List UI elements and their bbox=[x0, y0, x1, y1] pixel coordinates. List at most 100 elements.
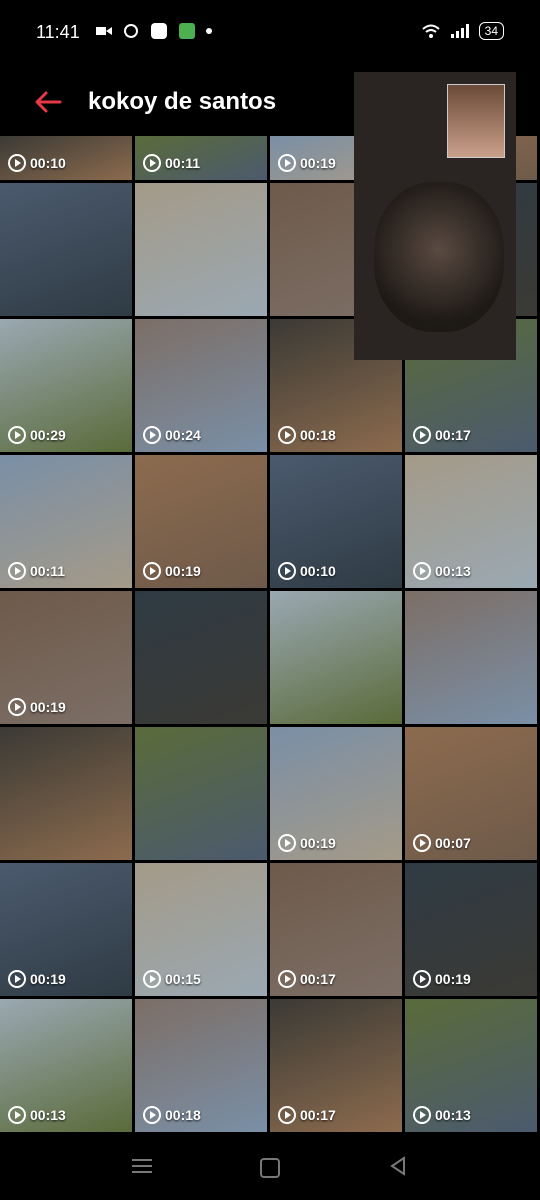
video-thumbnail[interactable]: 00:19 bbox=[270, 727, 402, 860]
play-icon bbox=[278, 970, 296, 988]
video-thumbnail[interactable]: 00:10 bbox=[270, 455, 402, 588]
video-thumbnail[interactable]: 00:19 bbox=[405, 863, 537, 996]
video-row: 00:19 00:15 00:17 00:19 bbox=[0, 863, 540, 996]
play-icon bbox=[143, 426, 161, 444]
video-thumbnail[interactable]: 00:24 bbox=[135, 319, 267, 452]
back-arrow-icon[interactable] bbox=[32, 86, 64, 118]
play-icon bbox=[413, 426, 431, 444]
home-icon[interactable] bbox=[260, 1158, 280, 1178]
play-badge: 00:19 bbox=[278, 834, 336, 852]
video-duration: 00:29 bbox=[30, 427, 66, 443]
video-duration: 00:13 bbox=[30, 1107, 66, 1123]
video-row: 00:11 00:19 00:10 00:13 bbox=[0, 455, 540, 588]
play-icon bbox=[8, 154, 26, 172]
notification-icons bbox=[96, 22, 212, 40]
play-badge: 00:24 bbox=[143, 426, 201, 444]
play-badge: 00:13 bbox=[413, 1106, 471, 1124]
video-thumbnail[interactable]: 00:15 bbox=[135, 863, 267, 996]
sync-icon bbox=[124, 24, 138, 38]
video-thumbnail[interactable] bbox=[0, 183, 132, 316]
play-icon bbox=[8, 562, 26, 580]
play-badge: 00:17 bbox=[278, 970, 336, 988]
play-icon bbox=[8, 698, 26, 716]
video-thumbnail[interactable]: 00:17 bbox=[270, 999, 402, 1132]
play-badge: 00:11 bbox=[8, 562, 65, 580]
remote-video bbox=[374, 182, 504, 332]
video-duration: 00:24 bbox=[165, 427, 201, 443]
video-thumbnail[interactable]: 00:13 bbox=[0, 999, 132, 1132]
play-icon bbox=[143, 1106, 161, 1124]
play-icon bbox=[8, 970, 26, 988]
video-thumbnail[interactable]: 00:13 bbox=[405, 455, 537, 588]
video-icon bbox=[96, 27, 112, 35]
video-thumbnail[interactable]: 00:13 bbox=[405, 999, 537, 1132]
self-video-preview[interactable] bbox=[447, 84, 505, 158]
play-badge: 00:07 bbox=[413, 834, 471, 852]
video-thumbnail[interactable]: 00:17 bbox=[270, 863, 402, 996]
video-thumbnail[interactable]: 00:18 bbox=[135, 999, 267, 1132]
video-thumbnail[interactable]: 00:07 bbox=[405, 727, 537, 860]
play-badge: 00:15 bbox=[143, 970, 201, 988]
play-badge: 00:18 bbox=[278, 426, 336, 444]
play-icon bbox=[278, 834, 296, 852]
video-thumbnail[interactable] bbox=[135, 591, 267, 724]
system-icons: 34 bbox=[421, 22, 504, 40]
video-duration: 00:17 bbox=[300, 971, 336, 987]
video-duration: 00:11 bbox=[30, 563, 66, 579]
play-badge: 00:29 bbox=[8, 426, 66, 444]
signal-icon bbox=[450, 24, 469, 38]
play-icon bbox=[413, 970, 431, 988]
video-duration: 00:17 bbox=[300, 1107, 336, 1123]
play-icon bbox=[143, 970, 161, 988]
play-icon bbox=[143, 562, 161, 580]
play-badge: 00:13 bbox=[413, 562, 471, 580]
play-icon bbox=[278, 1106, 296, 1124]
play-badge: 00:11 bbox=[143, 154, 200, 172]
video-duration: 00:17 bbox=[435, 427, 471, 443]
video-duration: 00:13 bbox=[435, 563, 471, 579]
nav-back-icon[interactable] bbox=[388, 1156, 408, 1176]
video-thumbnail[interactable] bbox=[270, 591, 402, 724]
video-row: 00:19 bbox=[0, 591, 540, 724]
video-thumbnail[interactable] bbox=[135, 727, 267, 860]
video-thumbnail[interactable] bbox=[135, 183, 267, 316]
video-duration: 00:19 bbox=[30, 699, 66, 715]
video-thumbnail[interactable]: 00:29 bbox=[0, 319, 132, 452]
play-badge: 00:17 bbox=[278, 1106, 336, 1124]
play-icon bbox=[8, 426, 26, 444]
page-title: kokoy de santos bbox=[88, 88, 277, 115]
play-badge: 00:19 bbox=[143, 562, 201, 580]
video-duration: 00:18 bbox=[300, 427, 336, 443]
video-thumbnail[interactable]: 00:19 bbox=[135, 455, 267, 588]
video-duration: 00:18 bbox=[165, 1107, 201, 1123]
app-icon bbox=[151, 23, 167, 39]
dot-icon bbox=[206, 28, 212, 34]
play-icon bbox=[278, 562, 296, 580]
menu-icon[interactable] bbox=[132, 1158, 152, 1174]
video-thumbnail[interactable]: 00:11 bbox=[135, 136, 267, 180]
picture-in-picture-call[interactable] bbox=[354, 72, 516, 360]
video-duration: 00:10 bbox=[300, 563, 336, 579]
play-badge: 00:19 bbox=[278, 154, 336, 172]
play-badge: 00:19 bbox=[413, 970, 471, 988]
video-duration: 00:19 bbox=[30, 971, 66, 987]
video-row: 00:19 00:07 bbox=[0, 727, 540, 860]
wifi-icon bbox=[421, 24, 440, 38]
video-thumbnail[interactable]: 00:11 bbox=[0, 455, 132, 588]
play-icon bbox=[413, 1106, 431, 1124]
video-duration: 00:19 bbox=[435, 971, 471, 987]
play-badge: 00:10 bbox=[8, 154, 66, 172]
play-badge: 00:17 bbox=[413, 426, 471, 444]
video-thumbnail[interactable]: 00:19 bbox=[0, 863, 132, 996]
battery-icon: 34 bbox=[478, 22, 504, 40]
calendar-icon bbox=[179, 23, 195, 39]
video-duration: 00:15 bbox=[165, 971, 201, 987]
video-thumbnail[interactable]: 00:19 bbox=[0, 591, 132, 724]
play-badge: 00:13 bbox=[8, 1106, 66, 1124]
video-duration: 00:13 bbox=[435, 1107, 471, 1123]
video-thumbnail[interactable]: 00:10 bbox=[0, 136, 132, 180]
video-thumbnail[interactable] bbox=[405, 591, 537, 724]
video-row: 00:13 00:18 00:17 00:13 bbox=[0, 999, 540, 1132]
play-icon bbox=[413, 562, 431, 580]
video-thumbnail[interactable] bbox=[0, 727, 132, 860]
